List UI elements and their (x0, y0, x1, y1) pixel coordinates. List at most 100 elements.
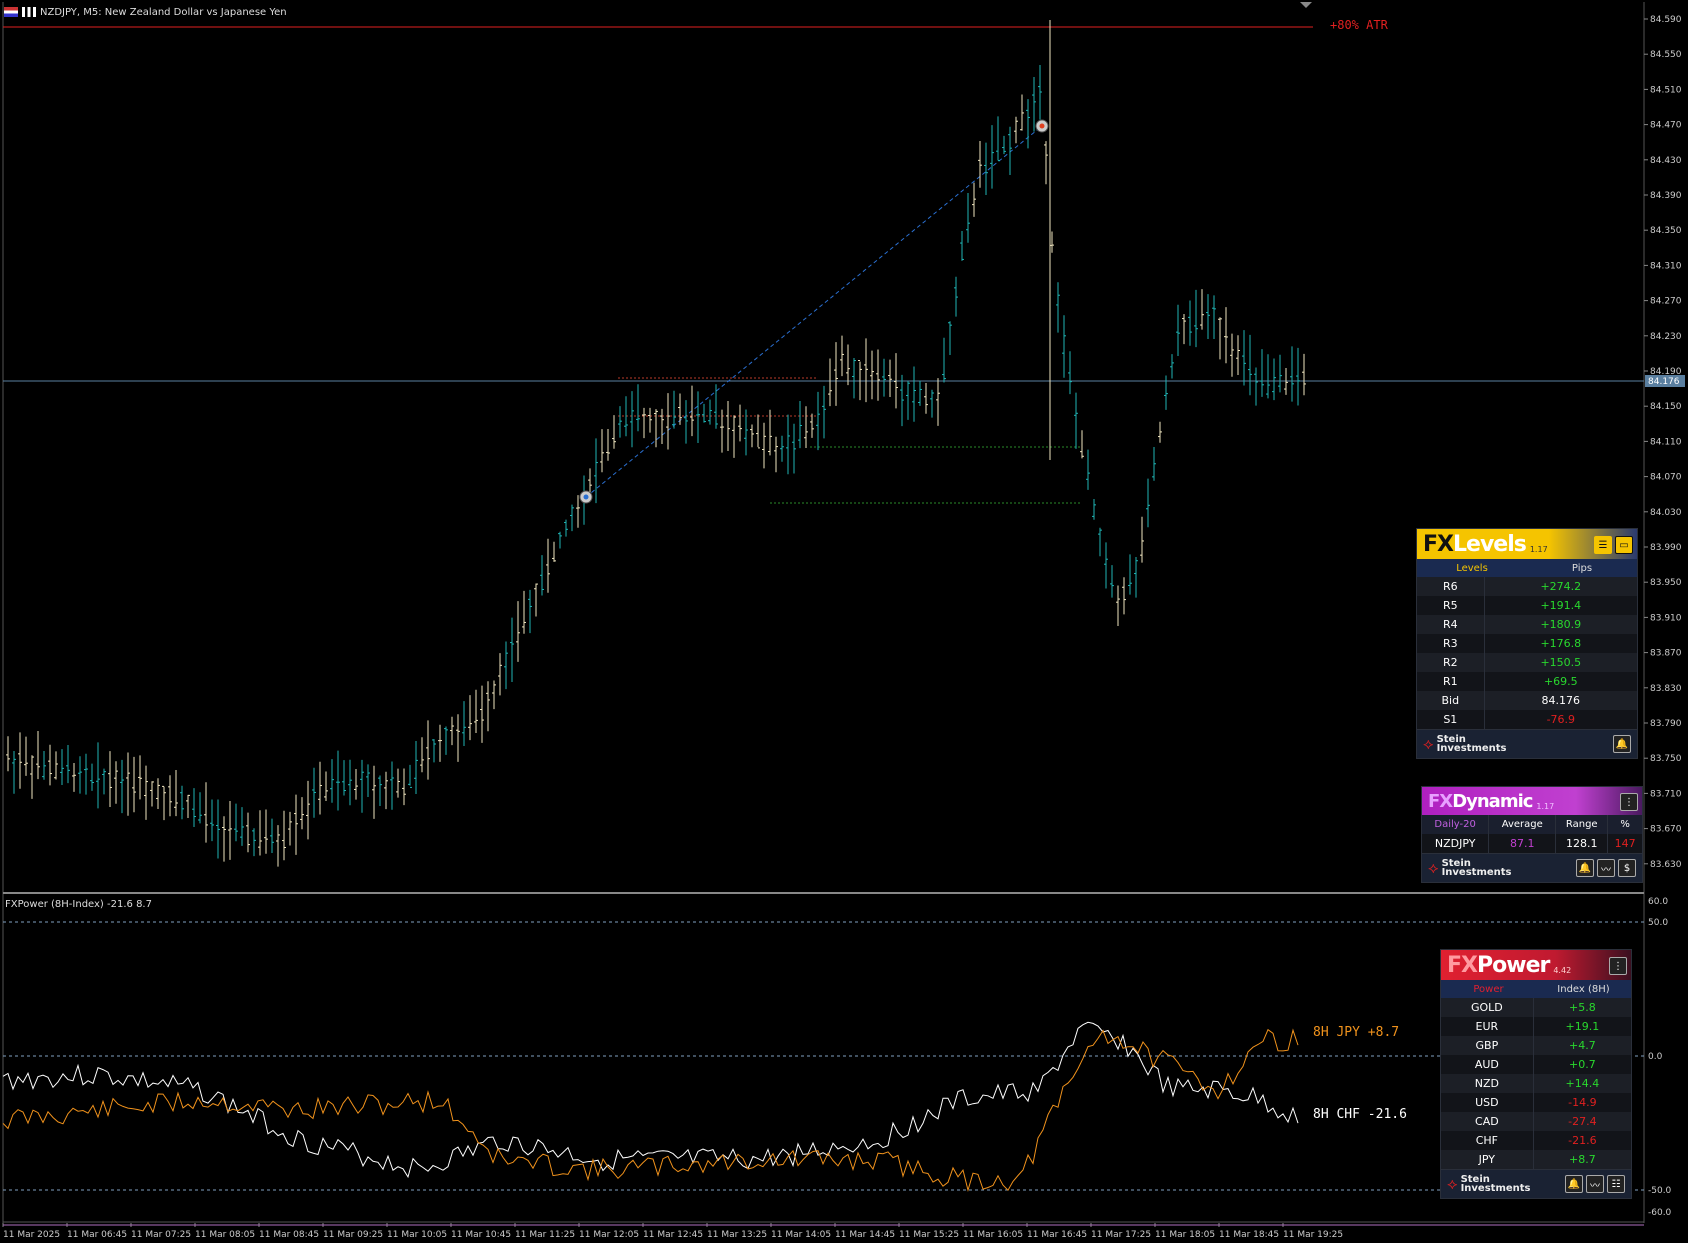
menu-icon[interactable]: ☰ (1594, 536, 1612, 554)
current-price-tag: 84.176 (1648, 377, 1680, 387)
fxlevels-row: S1 -76.9 (1417, 710, 1637, 729)
price-tick: 83.870 (1650, 649, 1682, 659)
grid-menu-icon[interactable]: ⋮ (1620, 793, 1638, 811)
price-tick: 84.070 (1650, 473, 1682, 483)
indicator-tick: -50.0 (1648, 1186, 1672, 1196)
currency-name: NZD (1441, 1074, 1534, 1093)
fxlevels-brand-fx: FX (1423, 531, 1454, 557)
price-tick: 84.550 (1650, 50, 1682, 60)
price-tick: 83.630 (1650, 860, 1682, 870)
fxdynamic-range: 128.1 (1555, 834, 1608, 853)
fxdynamic-version: 1.17 (1536, 801, 1555, 811)
price-tick: 84.150 (1650, 402, 1682, 412)
fxlevels-brand-name: Levels (1453, 531, 1527, 557)
time-tick: 11 Mar 18:45 (1219, 1230, 1279, 1240)
chart-type-icon[interactable] (22, 7, 36, 17)
alert-bell-icon[interactable]: 🔔 (1565, 1175, 1583, 1193)
chart-shift-marker-icon[interactable] (1300, 2, 1312, 8)
settings-grid-icon[interactable]: ☷ (1607, 1175, 1625, 1193)
time-tick: 11 Mar 10:45 (451, 1230, 511, 1240)
alert-bell-icon[interactable]: 🔔 (1613, 735, 1631, 753)
price-tick: 83.790 (1650, 719, 1682, 729)
level-name: R2 (1417, 653, 1485, 672)
indicator-tick: 0.0 (1648, 1052, 1663, 1062)
fxpower-version: 4.42 (1553, 965, 1572, 975)
time-tick: 11 Mar 2025 (3, 1230, 60, 1240)
price-tick: 84.310 (1650, 261, 1682, 271)
currency-name: AUD (1441, 1055, 1534, 1074)
currency-index: -21.6 (1532, 1131, 1631, 1150)
fxpower-panel[interactable]: FX Power 4.42 ⋮ Power Index (8H) GOLD +5.… (1440, 949, 1632, 1199)
fxpower-row: CAD -27.4 (1441, 1112, 1631, 1131)
level-name: Bid (1417, 691, 1485, 710)
fxlevels-row: R1 +69.5 (1417, 672, 1637, 691)
fxpower-row: GBP +4.7 (1441, 1036, 1631, 1055)
level-name: R1 (1417, 672, 1485, 691)
fxlevels-panel[interactable]: FX Levels 1.17 ☰ ▭ Levels Pips R6 +274.2 R… (1416, 528, 1638, 759)
trade-trend-line (585, 125, 1043, 498)
fxlevels-row: Bid 84.176 (1417, 691, 1637, 710)
fxpower-table: GOLD +5.8 EUR +19.1 GBP +4.7 AUD +0.7 NZD +14.4 US… (1441, 998, 1631, 1169)
trading-terminal: 84.590 84.550 84.510 84.470 84.430 84.390 84.3… (0, 0, 1688, 1243)
price-tick: 83.990 (1650, 543, 1682, 553)
time-tick: 11 Mar 14:05 (771, 1230, 831, 1240)
currency-icon[interactable]: $ (1618, 859, 1636, 877)
price-tick: 83.910 (1650, 613, 1682, 623)
time-axis[interactable]: 11 Mar 2025 11 Mar 06:45 11 Mar 07:25 11 Ma… (2, 1223, 1343, 1240)
time-tick: 11 Mar 18:05 (1155, 1230, 1215, 1240)
time-tick: 11 Mar 15:25 (899, 1230, 959, 1240)
fxdynamic-header-pct: % (1607, 815, 1642, 834)
chart-title: NZDJPY, M5: New Zealand Dollar vs Japane… (40, 6, 287, 18)
chf-line-label: 8H CHF -21.6 (1313, 1107, 1407, 1122)
fxlevels-table: R6 +274.2 R5 +191.4 R4 +180.9 R3 +176.8 R2 +150.5… (1417, 577, 1637, 729)
price-tick: 83.950 (1650, 578, 1682, 588)
level-name: R6 (1417, 577, 1485, 596)
currency-name: USD (1441, 1093, 1534, 1112)
price-tick: 84.270 (1650, 297, 1682, 307)
level-pips: 84.176 (1483, 691, 1637, 710)
time-tick: 11 Mar 09:25 (323, 1230, 383, 1240)
currency-index: -27.4 (1532, 1112, 1631, 1131)
price-tick: 83.830 (1650, 684, 1682, 694)
currency-index: +8.7 (1532, 1150, 1631, 1169)
time-tick: 11 Mar 08:45 (259, 1230, 319, 1240)
minimize-icon[interactable]: ▭ (1615, 536, 1633, 554)
fxlevels-row: R3 +176.8 (1417, 634, 1637, 653)
level-pips: +69.5 (1483, 672, 1637, 691)
time-tick: 11 Mar 12:05 (579, 1230, 639, 1240)
price-tick: 84.110 (1650, 437, 1682, 447)
grid-menu-icon[interactable]: ⋮ (1609, 957, 1627, 975)
time-tick: 11 Mar 08:05 (195, 1230, 255, 1240)
currency-name: CAD (1441, 1112, 1534, 1131)
fxlevels-row: R4 +180.9 (1417, 615, 1637, 634)
fxdynamic-panel[interactable]: FX Dynamic 1.17 ⋮ Daily-20 Average Range… (1421, 786, 1643, 883)
indicator-axis: 60.0 50.0 0.0 -50.0 -60.0 (1648, 897, 1672, 1218)
chart-lines-icon[interactable]: 〰 (1597, 859, 1615, 877)
time-tick: 11 Mar 16:45 (1027, 1230, 1087, 1240)
currency-name: JPY (1441, 1150, 1534, 1169)
price-tick: 84.230 (1650, 332, 1682, 342)
fxlevels-col-levels: Levels (1456, 562, 1488, 574)
fxpower-row: GOLD +5.8 (1441, 998, 1631, 1017)
stein-investments-logo: ⟡ Stein Investments (1428, 858, 1512, 878)
fxdynamic-average: 87.1 (1488, 834, 1556, 853)
time-tick: 11 Mar 10:05 (387, 1230, 447, 1240)
currency-index: +4.7 (1532, 1036, 1631, 1055)
currency-name: GOLD (1441, 998, 1534, 1017)
price-tick: 84.510 (1650, 85, 1682, 95)
level-pips: -76.9 (1483, 710, 1637, 729)
fxlevels-row: R6 +274.2 (1417, 577, 1637, 596)
fxpower-brand-name: Power (1477, 952, 1550, 978)
fxpower-row: JPY +8.7 (1441, 1150, 1631, 1169)
currency-index: +0.7 (1532, 1055, 1631, 1074)
price-axis[interactable]: 84.590 84.550 84.510 84.470 84.430 84.390 84.3… (1644, 15, 1682, 870)
price-tick: 84.590 (1650, 15, 1682, 25)
chart-lines-icon[interactable]: 〰 (1586, 1175, 1604, 1193)
price-tick: 84.350 (1650, 226, 1682, 236)
fxlevels-version: 1.17 (1529, 544, 1548, 554)
indicator-title: FXPower (8H-Index) -21.6 8.7 (5, 899, 152, 910)
fxlevels-row: R5 +191.4 (1417, 596, 1637, 615)
jpy-strength-line (2, 1028, 1299, 1192)
alert-bell-icon[interactable]: 🔔 (1576, 859, 1594, 877)
fxdynamic-header-range: Range (1555, 815, 1608, 834)
